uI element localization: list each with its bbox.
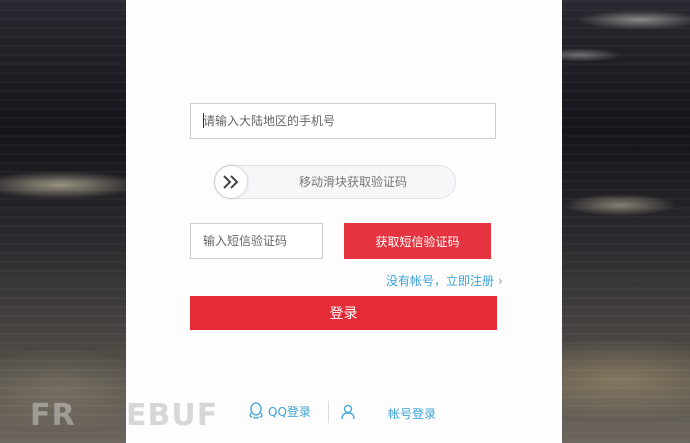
slider-label: 移动滑块获取验证码 [298, 175, 407, 189]
text-caret [203, 113, 204, 128]
slider-handle[interactable] [215, 166, 247, 198]
chevron-right-icon: › [498, 274, 503, 288]
register-link-label: 没有帐号，立即注册 [386, 274, 495, 288]
watermark-right: EBUF [126, 398, 219, 433]
login-button[interactable]: 登录 [190, 296, 497, 330]
get-sms-code-button[interactable]: 获取短信验证码 [344, 223, 491, 259]
watermark-left: FR [30, 398, 76, 433]
footer-divider [328, 401, 329, 423]
background-stands-right [562, 0, 690, 443]
qq-login-label: QQ登录 [268, 404, 311, 419]
double-chevron-right-icon [223, 175, 239, 189]
qq-login-link[interactable]: QQ登录 [248, 402, 311, 420]
account-login-link[interactable]: 帐号登录 [388, 405, 436, 422]
login-panel [126, 0, 562, 443]
qq-icon [249, 402, 263, 419]
slider-captcha[interactable]: 移动滑块获取验证码 [214, 165, 456, 199]
phone-input[interactable] [190, 103, 496, 139]
sms-code-input[interactable] [190, 223, 323, 259]
user-icon [341, 404, 355, 424]
background-stands-left [0, 0, 126, 443]
register-link[interactable]: 没有帐号，立即注册 › [386, 272, 503, 289]
